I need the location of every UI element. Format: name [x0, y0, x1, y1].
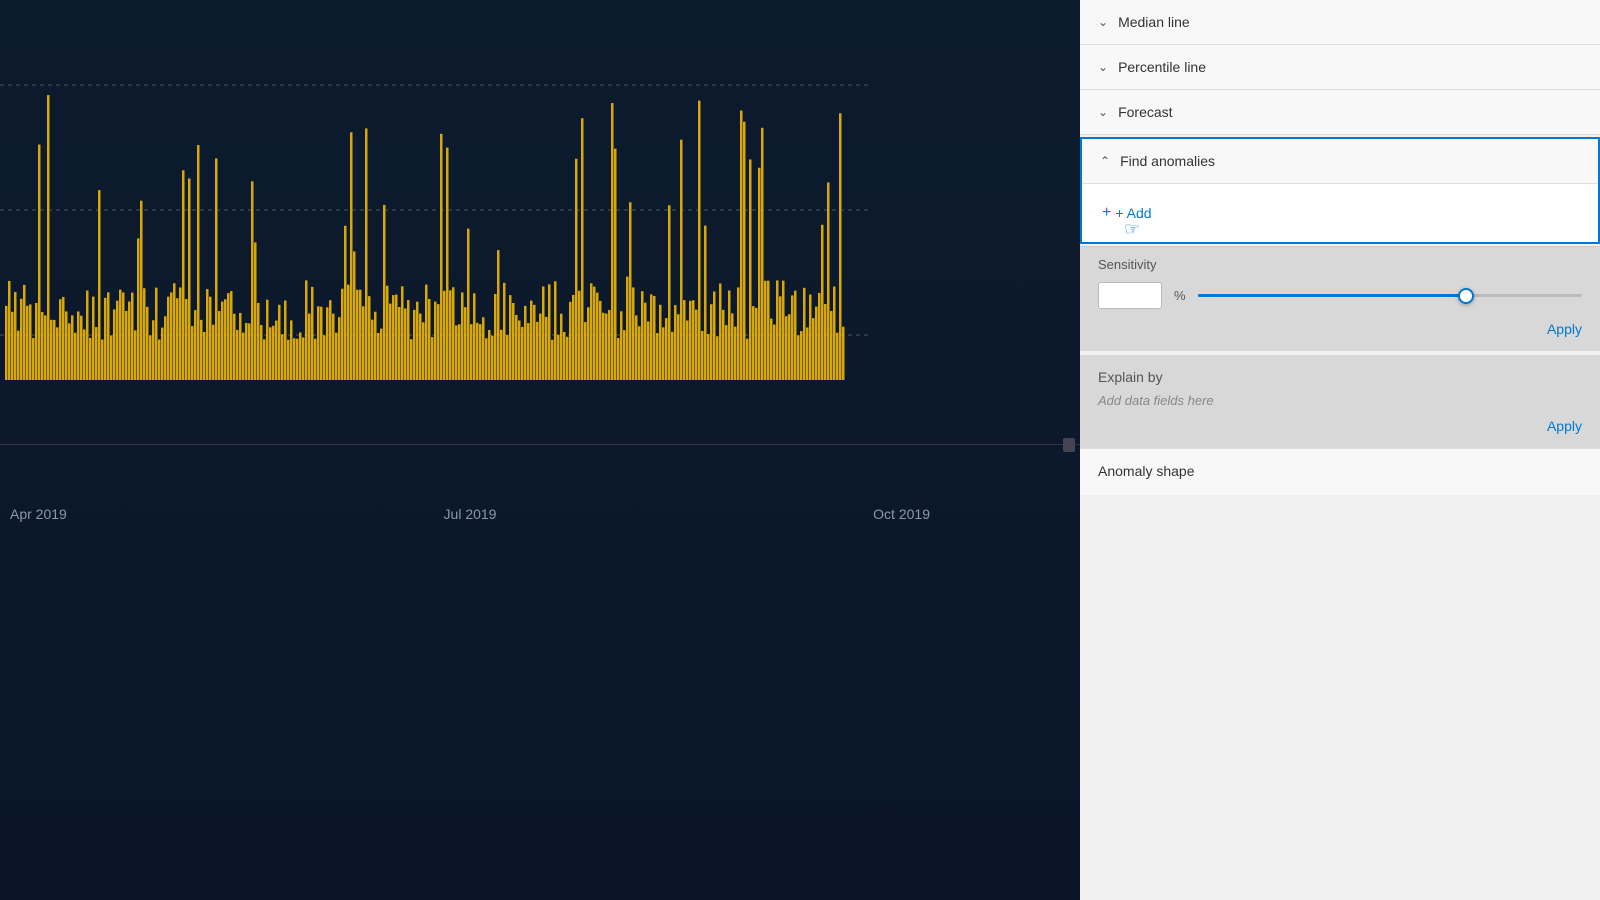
chevron-down-icon-2: ⌄ [1098, 60, 1108, 74]
slider-thumb[interactable] [1458, 288, 1474, 304]
chart-svg [0, 0, 1080, 420]
x-label-jul: Jul 2019 [444, 506, 497, 522]
explain-apply-button[interactable]: Apply [1547, 418, 1582, 434]
explain-by-placeholder: Add data fields here [1098, 393, 1582, 408]
percentile-line-label: Percentile line [1118, 59, 1206, 75]
sensitivity-slider[interactable] [1198, 286, 1582, 306]
sensitivity-value-input[interactable]: 70 [1098, 282, 1162, 309]
explain-by-title: Explain by [1098, 369, 1582, 385]
section-forecast[interactable]: ⌄ Forecast [1080, 90, 1600, 135]
find-anomalies-header[interactable]: ⌃ Find anomalies [1082, 139, 1598, 183]
forecast-label: Forecast [1118, 104, 1172, 120]
section-percentile-line[interactable]: ⌄ Percentile line [1080, 45, 1600, 90]
chart-container: Apr 2019 Jul 2019 Oct 2019 [0, 0, 1080, 900]
anomaly-shape-section[interactable]: Anomaly shape [1080, 448, 1600, 495]
chevron-up-icon: ⌃ [1100, 154, 1110, 168]
find-anomalies-label: Find anomalies [1120, 153, 1215, 169]
chart-scrollbar[interactable] [0, 444, 1080, 445]
slider-fill [1198, 294, 1467, 297]
sensitivity-section: Sensitivity 70 % Apply [1080, 246, 1600, 351]
chart-scroll-handle[interactable] [1063, 438, 1075, 452]
chevron-down-icon-3: ⌄ [1098, 105, 1108, 119]
cursor-icon: ☞ [1124, 219, 1140, 240]
right-panel: ⌄ Median line ⌄ Percentile line ⌄ Foreca… [1080, 0, 1600, 900]
add-anomaly-button[interactable]: + + Add ☞ [1102, 200, 1152, 226]
anomaly-shape-label: Anomaly shape [1098, 463, 1195, 479]
find-anomalies-section: ⌃ Find anomalies + + Add ☞ [1080, 137, 1600, 244]
median-line-label: Median line [1118, 14, 1190, 30]
sensitivity-controls: 70 % [1098, 282, 1582, 309]
sensitivity-apply-button[interactable]: Apply [1547, 321, 1582, 337]
add-label: + Add [1115, 205, 1151, 221]
slider-track [1198, 294, 1582, 297]
x-label-apr: Apr 2019 [10, 506, 67, 522]
plus-icon: + [1102, 204, 1111, 222]
x-label-oct: Oct 2019 [873, 506, 930, 522]
percent-symbol: % [1174, 288, 1186, 303]
section-median-line[interactable]: ⌄ Median line [1080, 0, 1600, 45]
find-anomalies-body: + + Add ☞ [1082, 183, 1598, 242]
sensitivity-label: Sensitivity [1098, 257, 1582, 272]
chevron-down-icon: ⌄ [1098, 15, 1108, 29]
explain-by-section: Explain by Add data fields here Apply [1080, 355, 1600, 448]
